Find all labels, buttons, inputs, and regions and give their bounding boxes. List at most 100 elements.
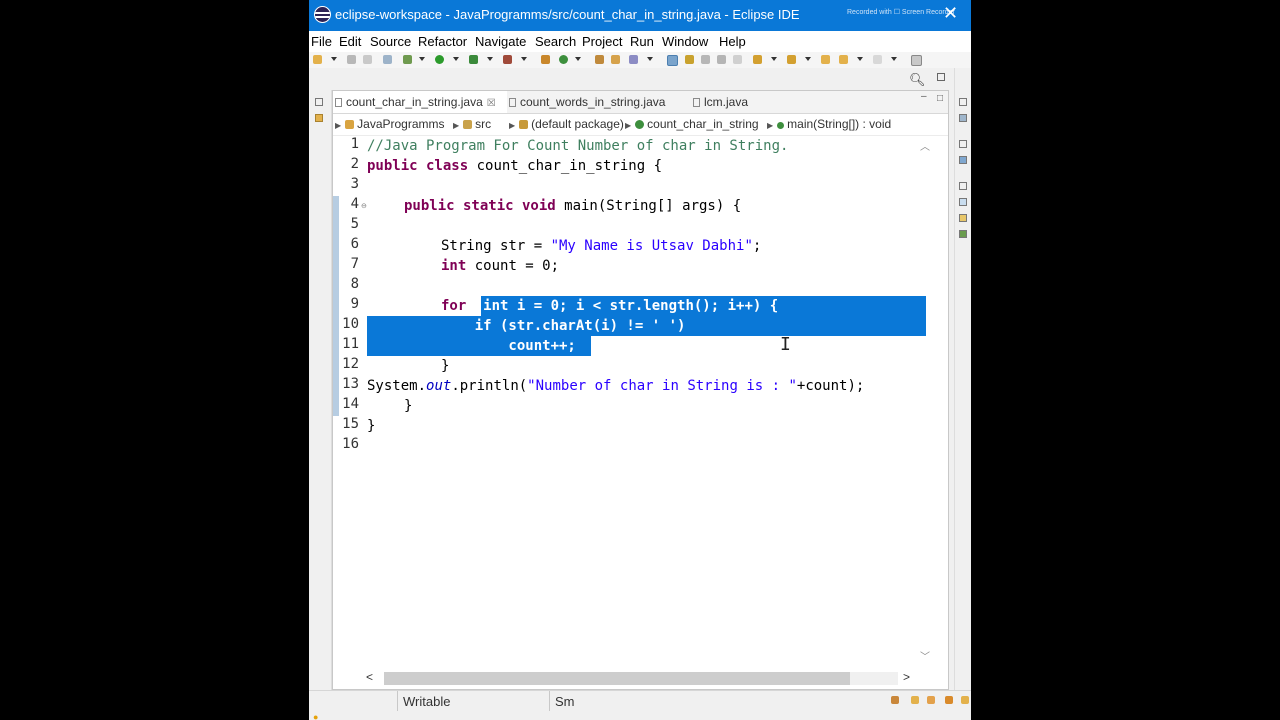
external-dropdown-icon[interactable] <box>521 57 527 61</box>
breadcrumb-label: count_char_in_string <box>647 117 759 131</box>
breadcrumb-project[interactable]: ▶ JavaProgramms <box>335 117 445 131</box>
toggle-mark-occurrences-icon[interactable] <box>667 55 678 66</box>
code-text: .println( <box>451 378 528 394</box>
breadcrumb-class[interactable]: ▶ count_char_in_string <box>625 117 759 131</box>
pilcrow-icon[interactable] <box>733 55 742 64</box>
coverage-icon[interactable] <box>469 55 478 64</box>
status-separator <box>549 691 550 711</box>
breadcrumb: ▶ JavaProgramms ▶ src ▶ (default package) ▶… <box>333 114 948 136</box>
tab-count-words-in-string[interactable]: count_words_in_string.java <box>507 91 685 113</box>
next-annotation-icon[interactable] <box>753 55 762 64</box>
console-icon[interactable] <box>959 230 967 238</box>
status-icon[interactable] <box>911 696 919 704</box>
menu-edit[interactable]: Edit <box>339 34 361 49</box>
open-task-icon[interactable] <box>611 55 620 64</box>
restore-icon[interactable] <box>315 98 323 106</box>
debug-dropdown-icon[interactable] <box>419 57 425 61</box>
menu-file[interactable]: File <box>311 34 332 49</box>
breadcrumb-package[interactable]: ▶ (default package) <box>509 117 624 131</box>
restore-right-icon[interactable] <box>959 98 967 106</box>
status-icon[interactable] <box>891 696 899 704</box>
forward-icon[interactable] <box>873 55 882 64</box>
project-icon <box>345 120 355 129</box>
menu-search[interactable]: Search <box>535 34 576 49</box>
save-all-icon[interactable] <box>363 55 372 64</box>
run-icon[interactable] <box>435 55 444 64</box>
menu-refactor[interactable]: Refactor <box>418 34 467 49</box>
prev-annotation-icon[interactable] <box>787 55 796 64</box>
new-icon[interactable] <box>313 55 322 64</box>
open-perspective-icon[interactable] <box>937 73 945 81</box>
menu-source[interactable]: Source <box>370 34 411 49</box>
back-dropdown-icon[interactable] <box>857 57 863 61</box>
status-icon[interactable] <box>961 696 969 704</box>
minimize-icon[interactable]: ‒ <box>921 91 927 102</box>
close-icon[interactable]: ✕ <box>943 3 958 24</box>
save-icon[interactable] <box>347 55 356 64</box>
status-icon[interactable] <box>927 696 935 704</box>
restore-right2-icon[interactable] <box>959 140 967 148</box>
method-icon <box>777 122 785 129</box>
pin-editor-icon[interactable] <box>911 55 922 66</box>
menu-run[interactable]: Run <box>630 34 654 49</box>
coverage-dropdown-icon[interactable] <box>487 57 493 61</box>
open-type-icon[interactable] <box>595 55 604 64</box>
last-edit-icon[interactable] <box>821 55 830 64</box>
title-bar: eclipse-workspace - JavaProgramms/src/co… <box>309 0 971 31</box>
horizontal-scrollbar[interactable]: < > <box>333 669 948 687</box>
code-text: main(String[] args) { <box>555 198 742 214</box>
javadoc-icon[interactable] <box>959 198 967 206</box>
new-java-project-icon[interactable] <box>541 55 550 64</box>
close-tab-icon[interactable]: ☒ <box>487 98 496 109</box>
skip-breakpoints-icon[interactable] <box>383 55 392 64</box>
scroll-down-icon[interactable]: ﹀ <box>920 648 930 663</box>
scroll-up-icon[interactable]: ︿ <box>920 138 930 153</box>
string-literal: "My Name is Utsav Dabhi" <box>550 238 753 254</box>
declaration-icon[interactable] <box>959 214 967 222</box>
breadcrumb-method[interactable]: ▶ main(String[]) : void <box>767 117 891 131</box>
new-dropdown-icon[interactable] <box>331 57 337 61</box>
fold-icon[interactable]: ⊖ <box>361 202 367 210</box>
new-class-icon[interactable] <box>559 55 568 64</box>
show-whitespace-icon[interactable] <box>717 55 726 64</box>
breadcrumb-label: (default package) <box>531 117 624 131</box>
menu-help[interactable]: Help <box>719 34 746 49</box>
breadcrumb-label: main(String[]) : void <box>787 117 892 131</box>
eclipse-window: eclipse-workspace - JavaProgramms/src/co… <box>309 0 971 720</box>
line-number-gutter: 1 2 3 4 ⊖ 5 6 7 8 9 10 11 12 13 14 15 16 <box>339 136 367 666</box>
menu-navigate[interactable]: Navigate <box>475 34 526 49</box>
scroll-left-icon[interactable]: < <box>366 670 373 684</box>
next-annotation-dropdown-icon[interactable] <box>771 57 777 61</box>
scroll-track[interactable] <box>384 672 898 685</box>
run-dropdown-icon[interactable] <box>453 57 459 61</box>
forward-dropdown-icon[interactable] <box>891 57 897 61</box>
maximize-icon[interactable]: □ <box>937 93 943 104</box>
vertical-scrollbar[interactable]: ︿ ﹀ <box>916 136 932 666</box>
prev-annotation-dropdown-icon[interactable] <box>805 57 811 61</box>
search-toolbar-icon[interactable] <box>629 55 638 64</box>
new-class-dropdown-icon[interactable] <box>575 57 581 61</box>
block-selection-icon[interactable] <box>701 55 710 64</box>
back-icon[interactable] <box>839 55 848 64</box>
restore-right3-icon[interactable] <box>959 182 967 190</box>
outline-icon[interactable] <box>959 156 967 164</box>
debug-icon[interactable] <box>403 55 412 64</box>
code-editor[interactable]: 1 2 3 4 ⊖ 5 6 7 8 9 10 11 12 13 14 15 16… <box>333 136 948 666</box>
scroll-thumb[interactable] <box>384 672 850 685</box>
breadcrumb-src[interactable]: ▶ src <box>453 117 491 131</box>
package-explorer-icon[interactable] <box>315 114 323 122</box>
search-icon[interactable]: 🔍︎ <box>909 72 926 88</box>
menu-window[interactable]: Window <box>662 34 708 49</box>
status-icon[interactable] <box>945 696 953 704</box>
search-dropdown-icon[interactable] <box>647 57 653 61</box>
scroll-right-icon[interactable]: > <box>903 670 910 684</box>
menu-project[interactable]: Project <box>582 34 622 49</box>
toggle-highlight-icon[interactable] <box>685 55 694 64</box>
task-list-icon[interactable] <box>959 114 967 122</box>
line-number: 1 <box>350 136 359 152</box>
line-number: 10 <box>342 316 359 332</box>
external-tools-icon[interactable] <box>503 55 512 64</box>
tab-count-char-in-string[interactable]: count_char_in_string.java ☒ <box>333 91 507 113</box>
line-number: 12 <box>342 356 359 372</box>
tab-lcm[interactable]: lcm.java <box>691 91 771 113</box>
